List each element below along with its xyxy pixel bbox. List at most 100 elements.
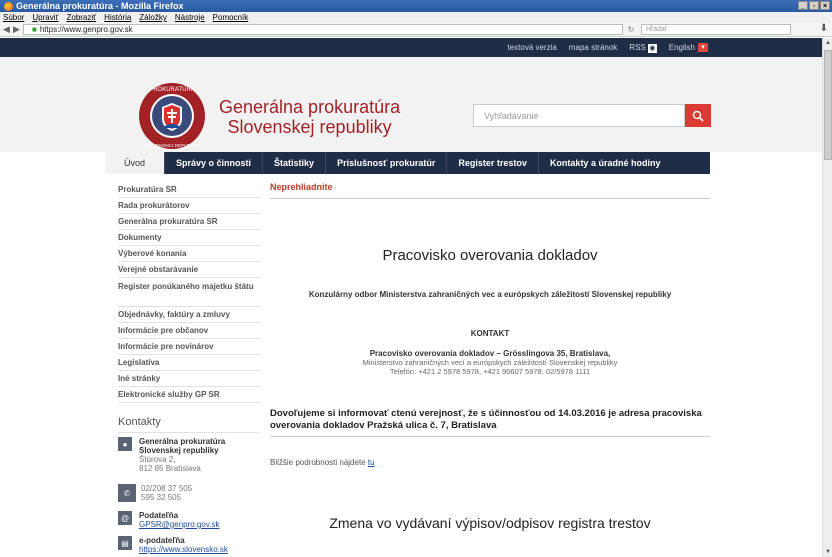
contact-address: ● Generálna prokuratúra Slovenskej repub…	[118, 437, 268, 473]
window-title: Generálna prokuratúra - Mozilla Firefox	[16, 1, 184, 11]
sidebar-item-obcania[interactable]: Informácie pre občanov	[118, 323, 260, 339]
sidebar-item-novinari[interactable]: Informácie pre novinárov	[118, 339, 260, 355]
sidebar-item-ine-stranky[interactable]: Iné stránky	[118, 371, 260, 387]
more-details-link[interactable]: tu	[368, 458, 375, 467]
language-switch[interactable]: English ▾	[669, 43, 708, 52]
search-icon	[692, 110, 704, 122]
sidebar-item-objednavky[interactable]: Objednávky, faktúry a zmluvy	[118, 307, 260, 323]
sitemap-link[interactable]: mapa stránok	[569, 43, 617, 52]
nav-tab-register[interactable]: Register trestov	[447, 152, 539, 174]
main-nav: Úvod Správy o činnosti Štatistiky Príslu…	[105, 152, 710, 174]
at-icon: @	[118, 511, 132, 525]
sidebar-item-legislativa[interactable]: Legislatíva	[118, 355, 260, 371]
announcement-text: Dovoľujeme si informovať ctenú verejnosť…	[270, 408, 710, 437]
minimize-button[interactable]: _	[798, 1, 808, 10]
close-button[interactable]: ×	[820, 1, 830, 10]
emblem-text-bottom: SLOVENSKEJ REPUBLIKY	[144, 143, 200, 148]
emblem-text-top: PROKURATÚRA	[149, 86, 195, 93]
sidebar-item-vyberove[interactable]: Výberové konania	[118, 246, 260, 262]
scroll-up-icon[interactable]: ▲	[823, 38, 832, 48]
contact-podatelna: @ Podateľňa GPSR@genpro.gov.sk	[118, 511, 268, 529]
menu-edit[interactable]: Upraviť	[32, 13, 58, 22]
browser-navbar: ◀ ▶ ■ https://www.genpro.gov.sk ↻ Hľadať…	[0, 23, 832, 37]
menu-bookmarks[interactable]: Záložky	[139, 13, 167, 22]
contact-city: 812 85 Bratislava	[139, 464, 201, 473]
lock-icon: ■	[32, 25, 37, 34]
menu-bar: Súbor Upraviť Zobraziť História Záložky …	[0, 12, 832, 23]
prokuratura-emblem-logo[interactable]: PROKURATÚRA SLOVENSKEJ REPUBLIKY	[137, 81, 207, 151]
article-heading: Pracovisko overovania dokladov	[382, 247, 598, 264]
podatelna-label: Podateľňa	[139, 511, 179, 520]
contact-street: Štúrova 2,	[139, 455, 176, 464]
main-content: Neprehliadnite Pracovisko overovania dok…	[270, 182, 710, 531]
text-version-link[interactable]: textová verzia	[507, 43, 556, 52]
sidebar-item-register-majetku[interactable]: Register ponúkaného majetku štátu	[118, 278, 260, 307]
download-icon[interactable]: ⬇	[820, 23, 828, 34]
window-titlebar: Generálna prokuratúra - Mozilla Firefox …	[0, 0, 832, 12]
reload-icon[interactable]: ↻	[625, 25, 637, 34]
browser-search-input[interactable]: Hľadať	[641, 24, 791, 35]
sidebar-item-gp-sr[interactable]: Generálna prokuratúra SR	[118, 214, 260, 230]
more-details-text: Bližšie podrobnosti nájdete	[270, 458, 368, 467]
podatelna-email-link[interactable]: GPSR@genpro.gov.sk	[139, 520, 219, 529]
sidebar-item-prokuratura-sr[interactable]: Prokuratúra SR	[118, 182, 260, 198]
page-scrollbar[interactable]: ▲ ▼	[822, 38, 832, 557]
nav-tab-spravy[interactable]: Správy o činnosti	[165, 152, 264, 174]
nav-tab-prislusnost[interactable]: Príslušnosť prokuratúr	[326, 152, 448, 174]
epodatelna-label: e-podateľňa	[139, 536, 185, 545]
menu-file[interactable]: Súbor	[3, 13, 24, 22]
rss-link[interactable]: RSS ◉	[629, 42, 657, 53]
forward-icon[interactable]: ▶	[13, 24, 23, 35]
section-heading: Neprehliadnite	[270, 182, 710, 199]
contact-phone2: 595 32 505	[141, 493, 182, 502]
sidebar-menu: Prokuratúra SR Rada prokurátorov Generál…	[118, 182, 260, 403]
contact-phone: ✆ 02/208 37 505 595 32 505	[118, 484, 268, 502]
nav-tab-kontakty[interactable]: Kontakty a úradné hodiny	[539, 152, 672, 174]
url-text: https://www.genpro.gov.sk	[39, 25, 133, 34]
sidebar-item-e-sluzby[interactable]: Elektronické služby GP SR	[118, 387, 260, 403]
contact-epodatelna: ▤ e-podateľňa https://www.slovensko.sk	[118, 536, 268, 554]
site-title-line1: Generálna prokuratúra	[219, 97, 401, 117]
site-title[interactable]: Generálna prokuratúra Slovenskej republi…	[219, 97, 400, 137]
menu-help[interactable]: Pomocník	[213, 13, 249, 22]
scroll-down-icon[interactable]: ▼	[823, 547, 832, 557]
menu-history[interactable]: História	[104, 13, 131, 22]
nav-tab-uvod[interactable]: Úvod	[105, 152, 165, 174]
more-details: Bližšie podrobnosti nájdete tu	[270, 458, 375, 467]
url-bar[interactable]: ■ https://www.genpro.gov.sk	[23, 24, 623, 35]
location-pin-icon: ●	[118, 437, 132, 451]
address-line1: Pracovisko overovania dokladov – Grössli…	[369, 349, 611, 358]
menu-view[interactable]: Zobraziť	[66, 13, 96, 22]
phone-icon: ✆	[118, 484, 136, 502]
address-line2: Ministerstvo zahraničných vecí a európsk…	[362, 358, 618, 367]
site-header: PROKURATÚRA SLOVENSKEJ REPUBLIKY Generál…	[0, 57, 822, 152]
sidebar-item-rada[interactable]: Rada prokurátorov	[118, 198, 260, 214]
maximize-button[interactable]: ▫	[809, 1, 819, 10]
nav-tab-statistiky[interactable]: Štatistiky	[263, 152, 327, 174]
site-title-line2: Slovenskej republiky	[227, 117, 392, 137]
epodatelna-link[interactable]: https://www.slovensko.sk	[139, 545, 228, 554]
sidebar-item-dokumenty[interactable]: Dokumenty	[118, 230, 260, 246]
site-search-placeholder: Vyhľadávanie	[484, 110, 539, 121]
menu-tools[interactable]: Nástroje	[175, 13, 205, 22]
site-search-input[interactable]: Vyhľadávanie	[473, 104, 685, 127]
browser-search-placeholder: Hľadať	[646, 26, 668, 33]
back-icon[interactable]: ◀	[3, 24, 13, 35]
chevron-down-icon: ▾	[698, 43, 708, 52]
rss-icon: ◉	[647, 43, 657, 53]
scroll-thumb[interactable]	[824, 50, 832, 160]
site-top-strip: textová verzia mapa stránok RSS ◉ English…	[0, 38, 822, 57]
firefox-icon	[4, 1, 13, 11]
e-filing-icon: ▤	[118, 536, 132, 550]
site-search-button[interactable]	[685, 104, 711, 127]
consular-dept-text: Konzulárny odbor Ministerstva zahraničný…	[308, 290, 672, 299]
contact-phone1: 02/208 37 505	[141, 484, 193, 493]
contacts-title: Kontakty	[118, 416, 260, 433]
address-line3: Telefón: +421 2 5978 5978, +421 90607 59…	[389, 367, 591, 376]
contact-org-line2: Slovenskej republiky	[139, 446, 219, 455]
rss-label: RSS	[629, 42, 646, 52]
second-article-heading: Zmena vo vydávaní výpisov/odpisov regist…	[329, 515, 651, 531]
contact-heading: KONTAKT	[470, 329, 510, 338]
language-label: English	[668, 43, 695, 52]
sidebar-item-obstaravanie[interactable]: Verejné obstarávanie	[118, 262, 260, 278]
